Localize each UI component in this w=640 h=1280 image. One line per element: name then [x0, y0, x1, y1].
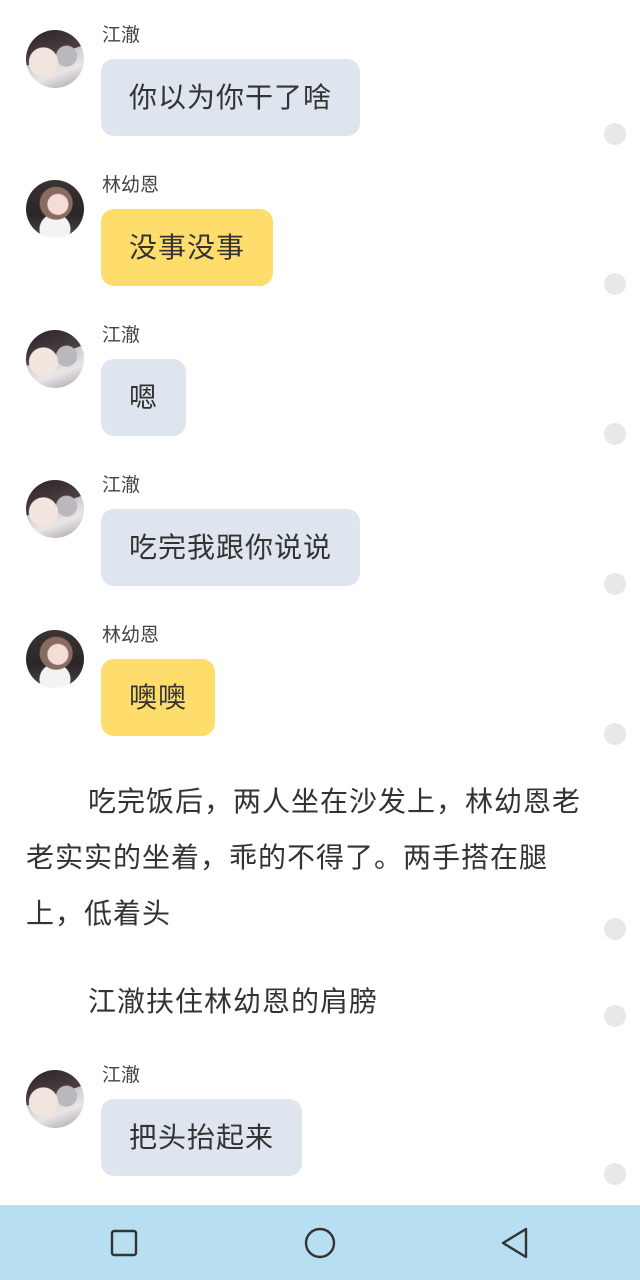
sender-name: 林幼恩 [102, 624, 160, 646]
sender-name: 江澈 [102, 324, 141, 346]
message-bubble[interactable]: 把头抬起来 [101, 1099, 303, 1176]
message-bubble[interactable]: 噢噢 [101, 659, 216, 736]
message-bubble[interactable]: 嗯 [101, 359, 187, 436]
message-dot[interactable] [604, 273, 626, 295]
home-button[interactable] [300, 1223, 340, 1263]
avatar[interactable] [26, 330, 84, 388]
sender-name: 江澈 [102, 24, 141, 46]
back-icon [501, 1227, 528, 1259]
chat-page: 江澈 你以为你干了啥 林幼恩 没事没事 江澈 嗯 江澈 吃完我跟你说说 林幼恩 … [0, 0, 640, 1280]
navigation-bar [0, 1205, 640, 1280]
narration-paragraph: 江澈扶住林幼恩的肩膀 [88, 985, 379, 1018]
recent-apps-button[interactable] [104, 1223, 144, 1263]
message-bubble[interactable]: 你以为你干了啥 [101, 59, 361, 136]
message-bubble[interactable]: 吃完我跟你说说 [101, 509, 361, 586]
message-bubble[interactable]: 没事没事 [101, 209, 274, 286]
sender-name: 江澈 [102, 1064, 141, 1086]
narration-dot[interactable] [604, 1005, 626, 1027]
avatar[interactable] [26, 30, 84, 88]
recent-apps-icon [110, 1229, 138, 1257]
avatar[interactable] [26, 1070, 84, 1128]
message-dot[interactable] [604, 1163, 626, 1185]
message-dot[interactable] [604, 723, 626, 745]
home-icon [304, 1227, 336, 1259]
avatar[interactable] [26, 480, 84, 538]
avatar[interactable] [26, 180, 84, 238]
message-dot[interactable] [604, 573, 626, 595]
sender-name: 林幼恩 [102, 174, 160, 196]
narration-paragraph: 吃完饭后，两人坐在沙发上，林幼恩老老实实的坐着，乖的不得了。两手搭在腿上，低着头 [26, 785, 582, 930]
narration-dot[interactable] [604, 918, 626, 940]
avatar[interactable] [26, 630, 84, 688]
back-button[interactable] [494, 1223, 534, 1263]
sender-name: 江澈 [102, 474, 141, 496]
message-dot[interactable] [604, 123, 626, 145]
message-dot[interactable] [604, 423, 626, 445]
